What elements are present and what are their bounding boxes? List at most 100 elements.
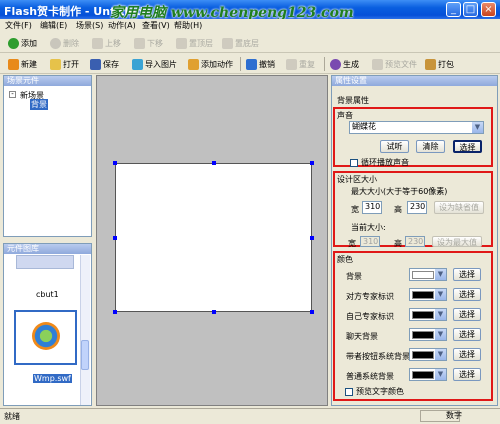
size-legend: 设计区大小 [337,175,377,184]
color-choose-button[interactable]: 选择 [453,348,481,361]
import-image-button[interactable]: 导入图片 [132,56,177,72]
sound-clear-button[interactable]: 清除 [416,140,445,153]
color-select-background[interactable]: ▼ [409,268,447,281]
media-player-icon [32,322,60,350]
resize-handle[interactable] [310,310,314,314]
maximize-button[interactable]: □ [463,2,478,17]
menu-view[interactable]: 查看(V) [142,20,170,31]
color-label-normal-system-bg: 普通系统背景 [346,372,394,381]
menu-scene[interactable]: 场景(S) [76,20,103,31]
menu-action[interactable]: 动作(A) [108,20,136,31]
build-button[interactable]: 生成 [330,56,359,72]
color-choose-button[interactable]: 选择 [453,308,481,321]
design-canvas[interactable] [115,163,312,312]
send-bottom-button[interactable]: 置底层 [222,35,259,51]
close-button[interactable]: × [481,2,496,17]
color-select-button-system-bg[interactable]: ▼ [409,348,447,361]
color-choose-button[interactable]: 选择 [453,368,481,381]
new-icon [8,58,19,70]
toolbar-separator [240,57,241,71]
properties-title: 属性设置 [332,76,497,86]
height-label: 高 [394,205,402,214]
menu-help[interactable]: 帮助(H) [174,20,202,31]
package-button[interactable]: 打包 [425,56,454,72]
gallery-scrollbar[interactable] [80,255,90,405]
move-up-button[interactable]: 上移 [92,35,121,51]
cur-width-label: 宽 [348,239,356,248]
loop-sound-checkbox[interactable]: 循环播放声音 [350,157,409,168]
chevron-down-icon: ▼ [435,369,446,380]
sound-test-button[interactable]: 试听 [380,140,409,153]
scene-panel-title: 场景元件 [4,76,91,86]
cur-height-input: 230 [405,236,425,247]
color-swatch [412,311,434,319]
current-size-label: 当前大小: [351,223,386,232]
max-size-label: 最大大小(大于等于60像素) [351,187,448,196]
tree-collapse-toggle[interactable]: - [9,91,16,98]
add-icon [8,37,19,49]
menu-bar [0,19,500,33]
open-button[interactable]: 打开 [50,56,79,72]
delete-button[interactable]: 删除 [50,35,79,51]
height-input[interactable]: 230 [407,201,427,214]
color-choose-button[interactable]: 选择 [453,288,481,301]
checkbox-box[interactable] [345,387,353,396]
color-swatch [412,291,434,299]
resize-handle[interactable] [212,161,216,165]
resize-handle[interactable] [113,310,117,314]
image-icon [132,58,143,70]
color-choose-button[interactable]: 选择 [453,268,481,281]
redo-icon [286,58,297,70]
color-label-background: 背景 [346,272,362,281]
menu-edit[interactable]: 编辑(E) [40,20,67,31]
gallery-thumb-partial[interactable] [16,255,74,269]
chevron-down-icon: ▼ [435,289,446,300]
chevron-down-icon: ▼ [435,349,446,360]
new-button[interactable]: 新建 [8,56,37,72]
toolbar-separator [324,57,325,71]
color-label-chat-bg: 聊天背景 [346,332,378,341]
color-legend: 颜色 [337,255,353,264]
sound-select[interactable]: 蝴蝶花 ▼ [349,121,484,134]
bottom-icon [222,37,233,49]
preview-text-color-checkbox[interactable]: 预览文字颜色 [345,386,404,397]
minimize-button[interactable]: _ [446,2,461,17]
width-input[interactable]: 310 [362,201,382,214]
save-button[interactable]: 保存 [90,56,119,72]
redo-button[interactable]: 重复 [286,56,315,72]
gallery-item-label: cbut1 [36,290,59,299]
gallery-item-label-selected: Wmp.swf [33,374,72,383]
tree-node-background[interactable]: 背景 [30,99,48,110]
down-icon [134,37,145,49]
menu-file[interactable]: 文件(F) [5,20,32,31]
sound-select-button[interactable]: 选择 [453,140,482,153]
add-action-button[interactable]: 添加动作 [188,56,233,72]
bring-top-button[interactable]: 置顶层 [176,35,213,51]
color-select-chat-bg[interactable]: ▼ [409,328,447,341]
resize-handle[interactable] [113,236,117,240]
chevron-down-icon: ▼ [435,269,446,280]
color-select-normal-system-bg[interactable]: ▼ [409,368,447,381]
color-select-self-expert[interactable]: ▼ [409,308,447,321]
save-icon [90,58,101,70]
top-icon [176,37,187,49]
resize-handle[interactable] [113,161,117,165]
color-select-peer-expert[interactable]: ▼ [409,288,447,301]
width-label: 宽 [351,205,359,214]
set-max-button[interactable]: 设为最大值 [432,236,482,247]
status-text: 就绪 [4,412,20,421]
gallery-scrollbar-thumb[interactable] [81,340,89,370]
preview-button[interactable]: 预览文件 [372,56,417,72]
set-default-button[interactable]: 设为缺省值 [434,201,484,214]
resize-handle[interactable] [310,161,314,165]
checkbox-box[interactable] [350,158,358,167]
move-down-button[interactable]: 下移 [134,35,163,51]
color-swatch [412,351,434,359]
action-icon [188,58,199,70]
add-button[interactable]: 添加 [8,35,37,51]
delete-icon [50,37,61,49]
undo-button[interactable]: 撤销 [246,56,275,72]
resize-handle[interactable] [310,236,314,240]
color-choose-button[interactable]: 选择 [453,328,481,341]
resize-handle[interactable] [212,310,216,314]
